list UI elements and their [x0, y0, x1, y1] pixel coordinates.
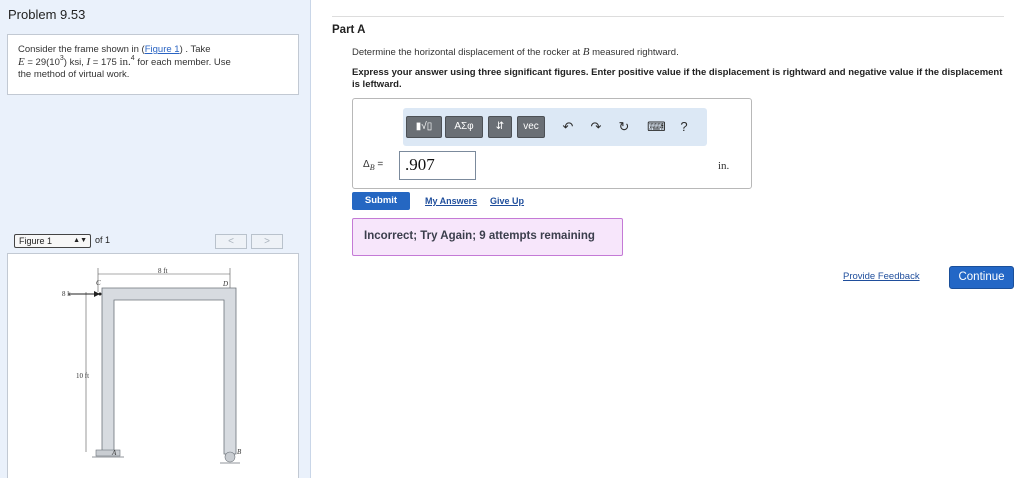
frame-diagram: 8 ft 10 ft 8 k C D A B	[62, 267, 242, 464]
figure-link[interactable]: Figure 1	[145, 44, 180, 55]
question-prefix: Determine the horizontal displacement of…	[352, 47, 583, 58]
portal-frame	[101, 287, 237, 455]
i-value: = 175	[90, 57, 120, 68]
statement-text: the method of virtual work.	[18, 69, 130, 80]
joint-c-label: C	[96, 279, 101, 287]
problem-statement: Consider the frame shown in (Figure 1) .…	[7, 34, 299, 95]
redo-icon[interactable]: ↷	[587, 118, 605, 136]
question-suffix: measured rightward.	[589, 47, 679, 58]
provide-feedback-link[interactable]: Provide Feedback	[843, 271, 920, 282]
answer-panel: Part A Determine the horizontal displace…	[312, 0, 1024, 478]
e-value: = 29(10	[24, 57, 60, 68]
i-suffix: for each member. Use	[134, 57, 231, 68]
answer-input[interactable]: .907	[399, 151, 476, 180]
height-label: 10 ft	[76, 372, 89, 380]
question-variable: B	[582, 46, 590, 58]
undo-icon[interactable]: ↶	[559, 118, 577, 136]
vector-button[interactable]: vec	[517, 116, 545, 138]
joint-c-point	[98, 292, 102, 296]
figure-select[interactable]: Figure 1 ▲▼	[14, 234, 91, 248]
rocker-support-b	[224, 451, 236, 463]
figure-select-value: Figure 1	[19, 236, 53, 246]
joint-d-label: D	[222, 280, 228, 288]
problem-title: Problem 9.53	[8, 7, 86, 22]
answer-label: ΔB =	[363, 159, 383, 172]
equals-sign: =	[374, 159, 384, 170]
figure-toolbar: Figure 1 ▲▼ of 1 < >	[7, 230, 299, 253]
support-a-label: A	[111, 449, 117, 457]
problem-panel: Problem 9.53 Consider the frame shown in…	[0, 0, 311, 478]
question-text: Determine the horizontal displacement of…	[352, 46, 679, 58]
statement-text: ) . Take	[179, 44, 211, 55]
e-exponent: 3	[59, 55, 64, 62]
give-up-link[interactable]: Give Up	[490, 196, 524, 206]
templates-button[interactable]: ▮√▯	[406, 116, 442, 138]
help-icon[interactable]: ?	[675, 118, 693, 136]
support-b-label: B	[237, 448, 242, 456]
keyboard-icon[interactable]: ⌨	[647, 118, 666, 136]
instruction-text: Express your answer using three signific…	[352, 67, 1003, 90]
answer-unit: in.	[718, 160, 730, 172]
prev-figure-button[interactable]: <	[215, 234, 247, 249]
my-answers-link[interactable]: My Answers	[425, 196, 477, 206]
answer-box: ▮√▯ ΑΣφ ⇵ vec ↶ ↷ ↻ ⌨ ? ΔB = .907 in.	[352, 98, 752, 189]
part-title: Part A	[332, 24, 366, 36]
i-exponent: 4	[130, 55, 135, 62]
figure-count: of 1	[95, 235, 111, 245]
select-arrows-icon: ▲▼	[73, 237, 87, 244]
reset-icon[interactable]: ↻	[615, 118, 633, 136]
force-label: 8 k	[62, 290, 71, 298]
e-unit: ) ksi,	[63, 57, 87, 68]
statement-text: Consider the frame shown in (	[18, 44, 145, 55]
figure-viewer: 8 ft 10 ft 8 k C D A B	[7, 253, 299, 478]
pin-support-a	[95, 449, 121, 457]
i-unit: in.	[119, 56, 131, 68]
next-figure-button[interactable]: >	[251, 234, 283, 249]
feedback-message: Incorrect; Try Again; 9 attempts remaini…	[352, 218, 623, 256]
divider	[332, 16, 1004, 17]
delta-symbol: Δ	[363, 159, 370, 170]
width-label: 8 ft	[158, 267, 168, 275]
math-toolbar: ▮√▯ ΑΣφ ⇵ vec ↶ ↷ ↻ ⌨ ?	[403, 108, 707, 146]
greek-symbols-button[interactable]: ΑΣφ	[445, 116, 483, 138]
arrows-button[interactable]: ⇵	[488, 116, 512, 138]
submit-button[interactable]: Submit	[352, 192, 410, 210]
e-symbol: E	[18, 56, 25, 68]
continue-button[interactable]: Continue	[949, 266, 1014, 289]
